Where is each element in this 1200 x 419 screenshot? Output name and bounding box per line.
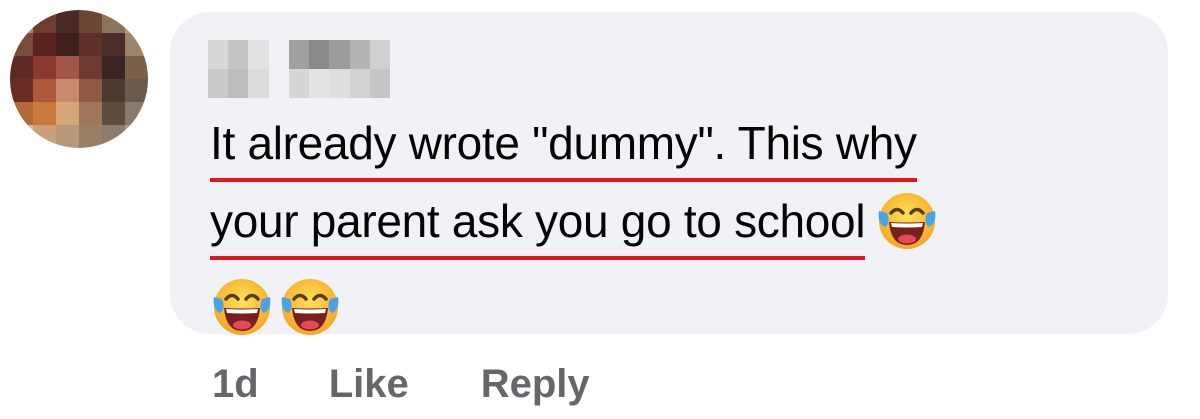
comment-line-1: It already wrote "dummy". This why <box>210 112 917 182</box>
comment-timestamp[interactable]: 1d <box>212 362 259 407</box>
comment-text: It already wrote "dummy". This why your … <box>210 104 1110 335</box>
reply-button[interactable]: Reply <box>481 362 590 407</box>
like-button[interactable]: Like <box>329 362 409 407</box>
comment-actions: 1d Like Reply <box>212 356 590 412</box>
comment-bubble: It already wrote "dummy". This why your … <box>170 12 1168 335</box>
laughing-crying-emoji-icon <box>281 278 339 335</box>
comment-line-2: your parent ask you go to school <box>210 190 866 260</box>
laughing-crying-emoji-icon <box>213 278 271 335</box>
emoji-row <box>210 264 1110 335</box>
commenter-name-redacted[interactable] <box>208 40 390 98</box>
laughing-crying-emoji-icon <box>878 192 936 249</box>
avatar[interactable] <box>10 10 148 148</box>
